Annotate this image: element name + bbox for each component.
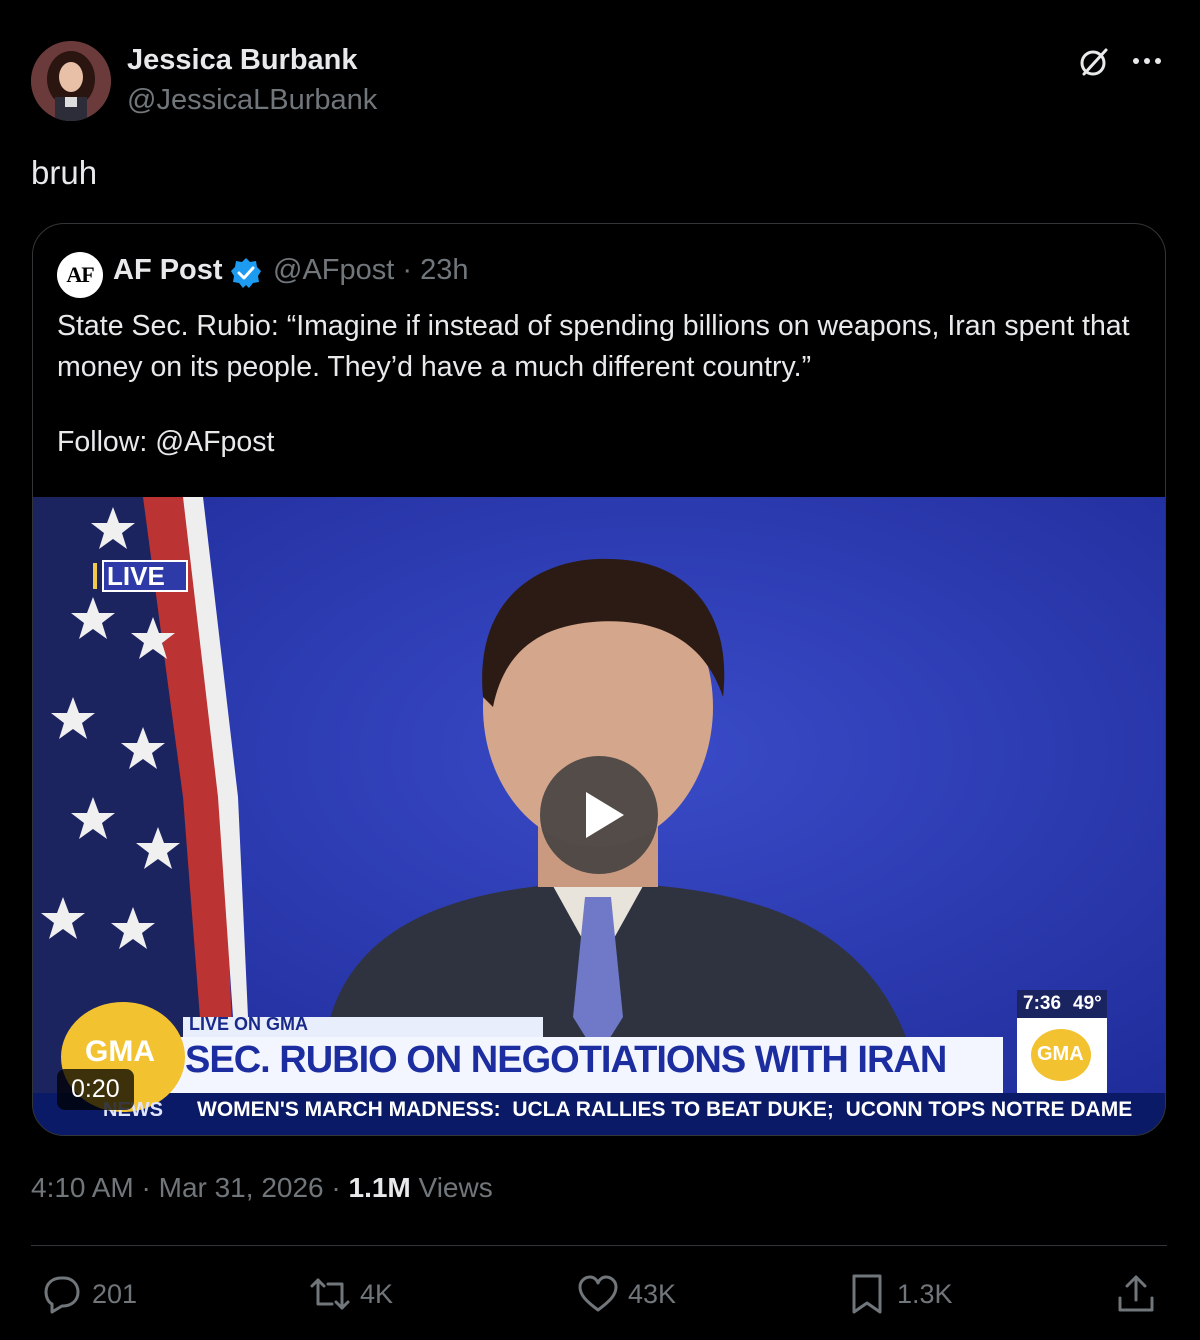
repost-count: 4K	[360, 1278, 394, 1309]
grok-icon[interactable]	[1076, 44, 1112, 85]
tweet-meta: 4:10 AM · Mar 31, 2026 · 1.1M Views	[31, 1172, 493, 1204]
tweet-text: bruh	[31, 154, 98, 191]
play-button[interactable]	[540, 756, 658, 874]
quoted-tweet[interactable]: AF AF Post @AFpost · 23h State Sec. Rubi…	[32, 223, 1166, 1136]
author-handle[interactable]: @JessicaLBurbank	[127, 84, 377, 117]
reply-icon	[44, 1276, 80, 1314]
video-player[interactable]: LIVE LIVE ON GMA SEC. RUBIO ON NEGOTIATI…	[33, 497, 1165, 1135]
reply-count: 201	[92, 1278, 138, 1309]
play-icon	[586, 792, 624, 838]
reply-button[interactable]: 201	[40, 1272, 137, 1316]
views-label: Views	[410, 1172, 493, 1203]
gma-logo: GMA	[85, 1035, 155, 1068]
video-temp: 49°	[1073, 993, 1102, 1014]
live-badge: LIVE	[107, 561, 165, 591]
quoted-text: State Sec. Rubio: “Imagine if instead of…	[57, 310, 1130, 383]
heart-icon	[578, 1275, 618, 1312]
like-count: 43K	[628, 1278, 677, 1309]
lower-third-top: LIVE ON GMA	[189, 1014, 309, 1034]
repost-icon	[310, 1278, 350, 1310]
author-name[interactable]: Jessica Burbank	[127, 44, 358, 77]
like-button[interactable]: 43K	[576, 1272, 676, 1316]
quoted-logo-text: AF	[66, 262, 94, 287]
bookmark-count: 1.3K	[897, 1278, 953, 1309]
gma-corner-logo: GMA	[1037, 1043, 1084, 1065]
avatar[interactable]	[31, 41, 111, 121]
verified-badge-icon	[229, 256, 263, 290]
views-count: 1.1M	[348, 1172, 411, 1203]
video-clock: 7:36	[1023, 993, 1062, 1014]
share-icon	[1118, 1275, 1154, 1312]
quoted-handle-time[interactable]: @AFpost · 23h	[273, 254, 468, 287]
bookmark-button[interactable]: 1.3K	[845, 1272, 953, 1316]
video-duration: 0:20	[57, 1069, 134, 1110]
video-headline: SEC. RUBIO ON NEGOTIATIONS WITH IRAN	[185, 1039, 947, 1081]
quoted-follow[interactable]: Follow: @AFpost	[57, 426, 274, 459]
tweet-timestamp[interactable]: 4:10 AM · Mar 31, 2026 ·	[31, 1172, 349, 1203]
share-button[interactable]	[1114, 1272, 1158, 1316]
divider	[31, 1245, 1167, 1246]
ticker-text: WOMEN'S MARCH MADNESS: UCLA RALLIES TO B…	[197, 1098, 1133, 1121]
quoted-avatar[interactable]: AF	[57, 252, 103, 298]
more-icon[interactable]	[1130, 46, 1164, 81]
bookmark-icon	[852, 1274, 882, 1314]
repost-button[interactable]: 4K	[308, 1272, 393, 1316]
quoted-name[interactable]: AF Post	[113, 254, 223, 287]
